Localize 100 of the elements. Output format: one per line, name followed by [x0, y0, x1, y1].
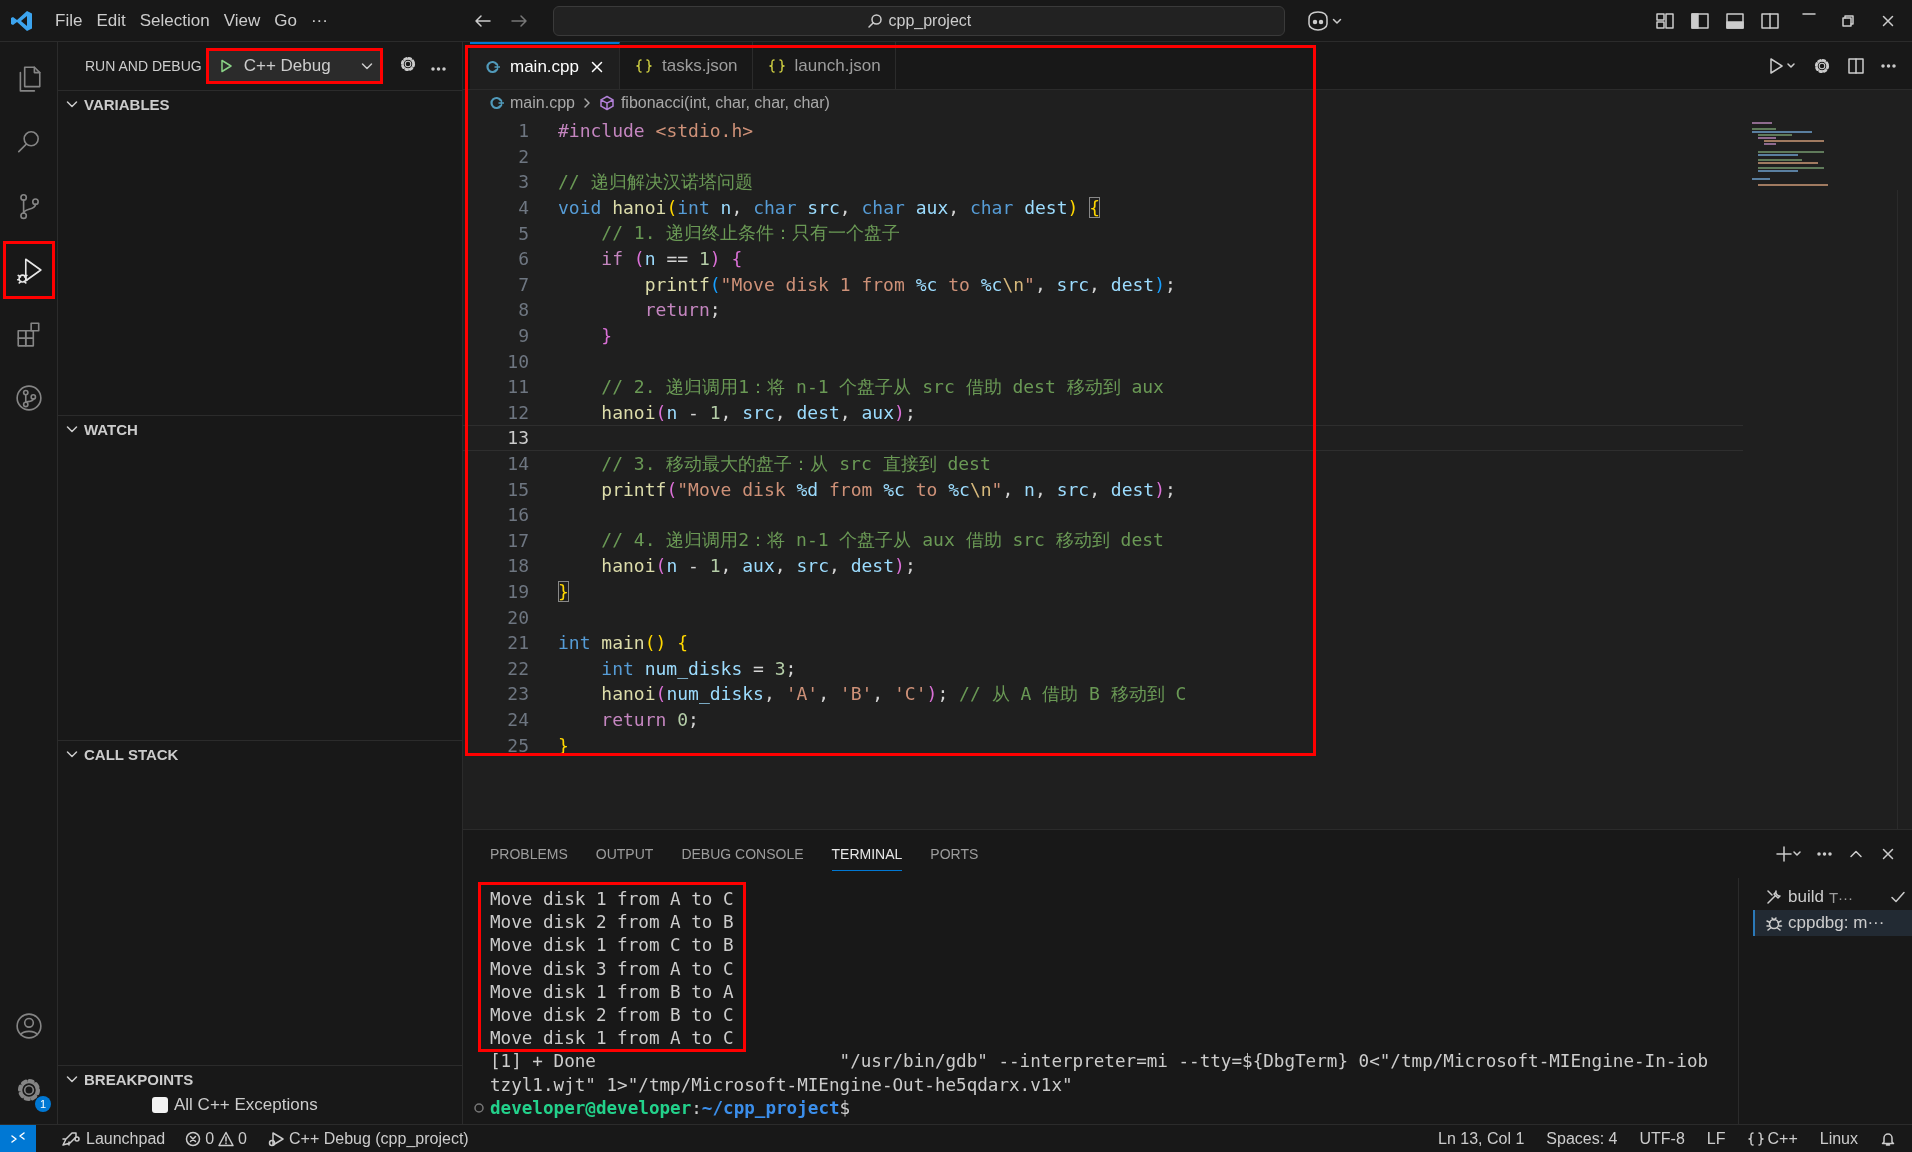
braces-icon — [1747, 1131, 1764, 1146]
line-number: 13 — [506, 427, 529, 449]
warning-icon — [218, 1130, 235, 1147]
terminal-line: Move disk 2 from A to B — [490, 911, 734, 935]
line-number: 15 — [506, 478, 529, 500]
menu-item[interactable]: Selection — [132, 10, 217, 31]
view-title: RUN AND DEBUG — [85, 58, 202, 74]
settings-icon — [398, 55, 417, 73]
terminal-line: tzyl1.wjt" 1>"/tmp/Microsoft-MIEngine-Out-he5qdarx.v1x" — [490, 1073, 1074, 1097]
code-line: // 1. 递归终止条件：只有一个盘子 — [600, 221, 901, 246]
line-number: 21 — [506, 632, 529, 654]
menu-item[interactable]: ··· — [303, 10, 335, 31]
line-number: 24 — [506, 708, 529, 730]
remote-button[interactable] — [0, 1124, 36, 1152]
section-header[interactable]: VARIABLES — [58, 91, 462, 117]
problems-button[interactable]: 0 0 — [175, 1129, 257, 1148]
status-item[interactable]: Ln 13, Col 1 — [1428, 1129, 1535, 1148]
more-icon — [1817, 852, 1832, 856]
line-number: 12 — [506, 401, 529, 423]
section-header[interactable]: BREAKPOINTS — [58, 1066, 462, 1092]
run-debug-tab[interactable] — [0, 238, 58, 302]
bell-icon — [1880, 1130, 1896, 1147]
menu-item[interactable]: File — [48, 10, 90, 31]
run-icon — [1767, 55, 1797, 76]
panel-tab[interactable]: DEBUG CONSOLE — [681, 837, 804, 871]
line-number: 11 — [506, 376, 529, 398]
line-number: 23 — [506, 683, 529, 705]
language-button[interactable]: C++ — [1737, 1129, 1808, 1148]
cpp-file-icon — [486, 59, 500, 74]
terminal-line: Move disk 1 from A to C — [490, 1027, 734, 1051]
menu-item[interactable]: Go — [267, 10, 304, 31]
breadcrumb-item[interactable]: fibonacci(int, char, char, char) — [598, 94, 830, 112]
code-line: // 3. 移动最大的盘子：从 src 直接到 dest — [600, 451, 991, 476]
run-debug-icon — [267, 1129, 285, 1148]
line-number: 19 — [506, 581, 529, 602]
line-number: 16 — [506, 504, 529, 526]
line-number: 17 — [506, 529, 529, 551]
braces-icon — [768, 58, 785, 73]
manage-button[interactable]: 1 — [0, 1058, 58, 1122]
command-center-search[interactable]: cpp_project — [552, 5, 1285, 36]
error-icon — [185, 1130, 202, 1147]
code-line: hanoi(n - 1, aux, src, dest); — [600, 555, 916, 577]
code-line: printf("Move disk %d from %c to %c\n", n, src, dest); — [600, 478, 1176, 500]
code-line: int num_disks = 3; — [600, 657, 797, 679]
status-dot-icon — [473, 1102, 485, 1115]
layout-icon — [1655, 10, 1675, 31]
section-header[interactable]: CALL STACK — [58, 741, 462, 767]
line-number: 10 — [506, 350, 529, 372]
line-number: 4 — [517, 197, 529, 219]
settings-icon — [15, 1076, 43, 1104]
code-line: // 4. 递归调用2：将 n-1 个盘子从 aux 借助 src 移动到 dest — [600, 528, 1164, 553]
panel-tab[interactable]: TERMINAL — [831, 837, 903, 871]
editor-tab[interactable]: main.cpp — [470, 42, 620, 89]
breadcrumb-item[interactable]: main.cpp — [490, 94, 575, 112]
menu-item[interactable]: View — [216, 10, 268, 31]
notification-badge: 1 — [35, 1096, 51, 1112]
status-item[interactable]: LF — [1696, 1129, 1736, 1148]
settings-icon — [1813, 56, 1831, 75]
panel-toggle-icon — [1725, 10, 1745, 31]
line-number: 25 — [506, 734, 529, 756]
run-debug-icon — [15, 256, 43, 284]
panel-tab[interactable]: PORTS — [930, 837, 979, 871]
terminal-line: Move disk 1 from B to A — [490, 980, 734, 1004]
sidebar-toggle-icon — [1690, 10, 1710, 31]
line-number: 6 — [517, 248, 529, 270]
line-number: 5 — [517, 222, 529, 244]
status-item[interactable]: Linux — [1809, 1129, 1868, 1148]
status-item[interactable]: Spaces: 4 — [1536, 1129, 1628, 1148]
code-line: return 0; — [600, 708, 699, 730]
menu-item[interactable]: Edit — [89, 10, 133, 31]
minimize-icon — [1802, 12, 1816, 15]
more-icon — [430, 67, 446, 71]
panel-tab[interactable]: OUTPUT — [595, 837, 654, 871]
debug-button[interactable]: C++ Debug (cpp_project) — [257, 1129, 479, 1148]
cube-icon — [598, 95, 615, 111]
terminal-line: [1] + Done "/usr/bin/gdb" --interpreter=mi --tty=${DbgTerm} 0<"/tmp/Microsoft-MIEngine-In-iob — [490, 1050, 1710, 1074]
terminal-session[interactable]: build T··· — [1753, 884, 1912, 910]
line-number: 14 — [506, 453, 529, 474]
panel-tab[interactable]: PROBLEMS — [490, 837, 568, 871]
code-line: hanoi(num_disks, 'A', 'B', 'C'); // 从 A 借助 B 移动到 C — [600, 681, 1187, 706]
line-number: 22 — [506, 657, 529, 679]
split-layout-icon — [1760, 10, 1780, 31]
code-line: } — [558, 581, 569, 602]
breakpoint-label: All C++ Exceptions — [174, 1095, 318, 1115]
line-number: 18 — [506, 555, 529, 577]
debug-configuration-dropdown[interactable]: C++ Debug — [207, 50, 381, 82]
line-number: 2 — [517, 145, 529, 167]
code-line: hanoi(n - 1, src, dest, aux); — [600, 401, 916, 423]
status-item[interactable]: UTF-8 — [1629, 1129, 1695, 1148]
code-line: int main() { — [558, 632, 689, 654]
account-icon — [15, 1012, 43, 1040]
terminal-session[interactable]: cppdbg: m··· — [1753, 910, 1912, 936]
terminal-line: Move disk 2 from B to C — [490, 1003, 734, 1027]
section-header[interactable]: WATCH — [58, 416, 462, 442]
line-number: 1 — [517, 120, 529, 142]
rocket-icon — [60, 1129, 82, 1148]
launchpad-button[interactable]: Launchpad — [50, 1129, 176, 1148]
line-number: 20 — [506, 606, 529, 628]
checkbox[interactable] — [152, 1097, 168, 1113]
code-line: return; — [643, 299, 721, 321]
